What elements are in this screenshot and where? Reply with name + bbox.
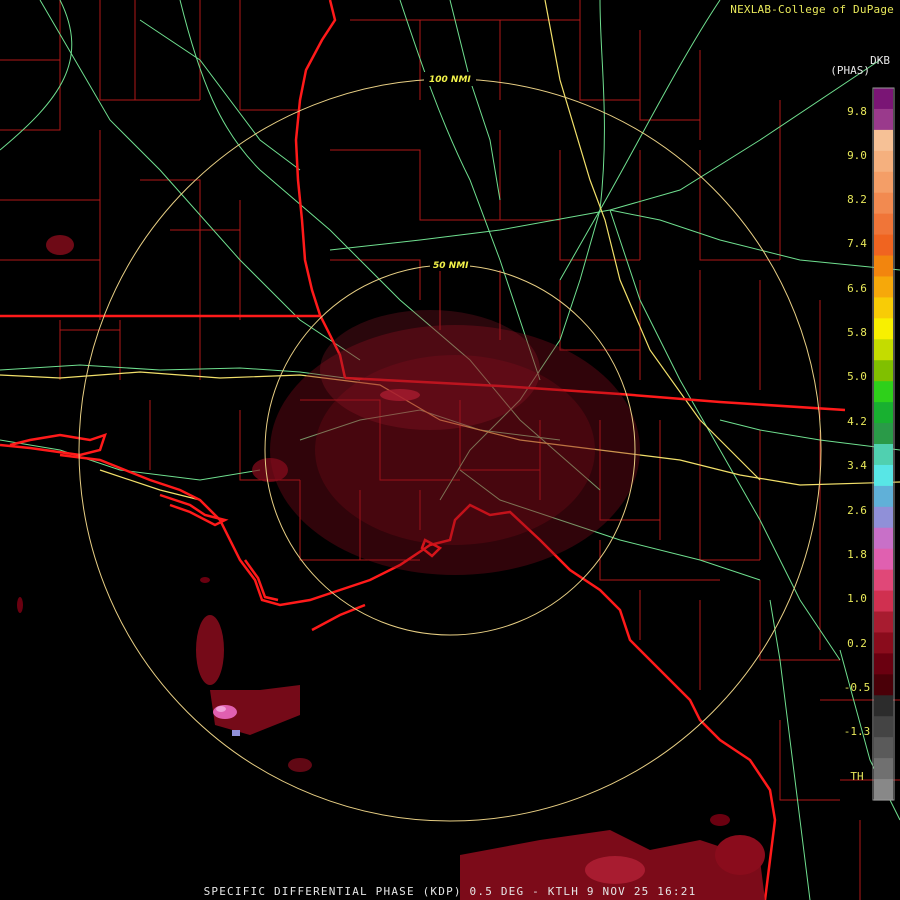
scale-tick: 2.6 xyxy=(847,504,867,517)
scale-swatch xyxy=(874,129,893,152)
scale-tick: 9.8 xyxy=(847,105,867,118)
scale-swatch xyxy=(874,339,893,361)
scale-swatch xyxy=(874,485,893,508)
scale-swatch xyxy=(874,716,893,738)
scale-tick: 3.4 xyxy=(847,459,867,472)
scale-swatch xyxy=(874,381,893,403)
scale-swatch xyxy=(874,527,893,550)
scale-swatch xyxy=(874,171,893,194)
scale-swatch xyxy=(874,360,893,382)
scale-swatch xyxy=(874,318,893,340)
scale-swatch xyxy=(874,506,893,529)
scale-swatch xyxy=(874,590,893,613)
scale-tick: 5.0 xyxy=(847,370,867,383)
scale-swatch xyxy=(874,653,893,675)
scale-tick: 6.6 xyxy=(847,282,867,295)
units-abbr: DKB xyxy=(870,54,890,67)
scale-tick: TH xyxy=(850,770,864,783)
scale-tick: 9.0 xyxy=(847,149,867,162)
scale-swatch xyxy=(874,444,893,466)
scale-swatch xyxy=(874,464,893,487)
scale-swatch xyxy=(874,758,893,780)
scale-swatch xyxy=(874,569,893,592)
scale-swatch xyxy=(874,234,893,257)
range-ring-label-50: 50 NMI xyxy=(433,261,469,271)
scale-swatch xyxy=(874,297,893,319)
scale-swatch xyxy=(874,213,893,236)
scale-swatch xyxy=(874,737,893,759)
scale-swatch xyxy=(874,548,893,571)
scale-tick: 1.8 xyxy=(847,548,867,561)
scale-tick: 4.2 xyxy=(847,415,867,428)
scale-swatch xyxy=(874,255,893,278)
scale-tick: 0.2 xyxy=(847,637,867,650)
credit-text: NEXLAB-College of DuPage xyxy=(730,3,894,16)
scale-swatch xyxy=(874,674,893,696)
scale-tick: 1.0 xyxy=(847,592,867,605)
scale-swatch xyxy=(874,779,893,801)
scale-tick: 5.8 xyxy=(847,326,867,339)
scale-tick: -0.5 xyxy=(843,681,871,694)
range-ring-label-100: 100 NMI xyxy=(429,75,471,85)
scale-swatch xyxy=(874,276,893,299)
scale-tick: 8.2 xyxy=(847,193,867,206)
product-caption: SPECIFIC DIFFERENTIAL PHASE (KDP) 0.5 DE… xyxy=(203,885,697,898)
units-label: (PHAS) xyxy=(830,64,870,77)
scale-swatch xyxy=(874,423,893,445)
scale-swatch xyxy=(874,632,893,655)
scale-tick: 7.4 xyxy=(847,237,867,250)
scale-swatch xyxy=(874,88,893,110)
scale-swatch xyxy=(874,108,893,131)
radar-map: 100 NMI 50 NMI xyxy=(0,0,900,900)
scale-tick: -1.3 xyxy=(843,725,871,738)
scale-swatch xyxy=(874,611,893,634)
scale-swatch xyxy=(874,192,893,215)
color-scale-bar xyxy=(874,88,893,801)
scale-swatch xyxy=(874,150,893,173)
scale-swatch xyxy=(874,402,893,424)
scale-swatch xyxy=(874,695,893,717)
